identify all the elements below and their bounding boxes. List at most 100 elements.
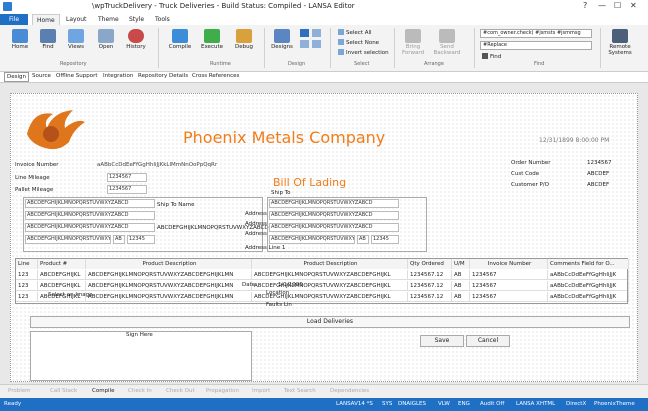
group-find: Find: [534, 61, 545, 67]
ship-to-field-4[interactable]: ABCDEFGHIJKLMNOPQRSTUVWXYZABCD: [25, 235, 111, 244]
debug-button[interactable]: Debug: [230, 27, 258, 61]
col-product-description[interactable]: Product Description: [86, 259, 252, 269]
col-um[interactable]: U/M: [452, 259, 470, 269]
ship-to-right-field-1[interactable]: ABCDEFGHIJKLMNOPQRSTUVWXYZABCD: [269, 199, 399, 208]
layout-icon[interactable]: [300, 29, 309, 37]
table-row[interactable]: 123 ABCDEFGHIJKL ABCDEFGHIJKLMNOPQRSTUVW…: [16, 281, 629, 291]
send-backward-button[interactable]: Send Backward: [432, 27, 462, 61]
cell-product-description-2: ABCDEFGHIJKLMNOPQRSTUVWXYZABCDEFGHIJKL: [252, 270, 408, 280]
col-qty-ordered[interactable]: Qty Ordered: [408, 259, 452, 269]
tab-file[interactable]: File: [0, 14, 28, 25]
order-number-value: 1234567: [587, 160, 612, 166]
compile-icon: [172, 29, 188, 43]
replace-combo[interactable]: #Replace: [480, 41, 592, 50]
tab-dependencies[interactable]: Dependencies: [330, 388, 369, 394]
cell-product-description: ABCDEFGHIJKLMNOPQRSTUVWXYZABCDEFGHIJKLMN: [86, 270, 252, 280]
load-deliveries-button[interactable]: Load Deliveries: [30, 316, 630, 328]
col-product-description-2[interactable]: Product Description: [252, 259, 408, 269]
grid-icon[interactable]: [312, 29, 321, 37]
deliveries-grid[interactable]: Line Product # Product Description Produ…: [15, 258, 629, 304]
execute-button[interactable]: Execute: [198, 27, 226, 61]
tab-check-out[interactable]: Check Out: [166, 388, 195, 394]
ship-to-right-field-4[interactable]: ABCDEFGHIJKLMNOPQRSTUVWXYZABCD: [269, 235, 355, 244]
views-button[interactable]: Views: [62, 27, 90, 61]
col-comments[interactable]: Comments Field for O...: [548, 259, 629, 269]
quick-access-icon[interactable]: [3, 2, 12, 11]
invert-selection-button[interactable]: Invert selection: [338, 49, 389, 56]
maximize-button[interactable]: ☐: [614, 1, 621, 10]
help-icon[interactable]: ?: [583, 1, 587, 10]
col-line[interactable]: Line: [16, 259, 38, 269]
ship-to-field-3[interactable]: ABCDEFGHIJKLMNOPQRSTUVWXYZABCD: [25, 223, 155, 232]
select-all-button[interactable]: Select All: [338, 29, 372, 36]
table-row[interactable]: 123 ABCDEFGHIJKL ABCDEFGHIJKLMNOPQRSTUVW…: [16, 292, 629, 302]
tab-import[interactable]: Import: [252, 388, 270, 394]
cell-invoice: 1234567: [470, 281, 548, 291]
find-icon: [40, 29, 56, 43]
separator: [474, 28, 475, 68]
tab-offline-support[interactable]: Offline Support: [56, 73, 98, 79]
find-small-button[interactable]: Find: [482, 53, 501, 60]
tab-call-stack[interactable]: Call Stack: [50, 388, 77, 394]
zip-field-right[interactable]: 12345: [371, 235, 399, 244]
company-name: Phoenix Metals Company: [183, 128, 386, 147]
zip-field-left[interactable]: 12345: [127, 235, 155, 244]
compile-button[interactable]: Compile: [166, 27, 194, 61]
status-item: DNAIGLES: [398, 401, 427, 407]
tab-repository-details[interactable]: Repository Details: [138, 73, 188, 79]
tab-theme[interactable]: Theme: [98, 14, 119, 25]
datetime-value: 12/31/1899 8:00:00 PM: [539, 137, 610, 144]
ship-to-label: Ship To: [271, 190, 291, 196]
cancel-button[interactable]: Cancel: [466, 335, 510, 347]
tab-style[interactable]: Style: [129, 14, 144, 25]
tab-cross-references[interactable]: Cross References: [192, 73, 239, 79]
ship-to-field-2[interactable]: ABCDEFGHIJKLMNOPQRSTUVWXYZABCD: [25, 211, 155, 220]
save-button[interactable]: Save: [420, 335, 464, 347]
align-icon[interactable]: [300, 40, 309, 48]
open-button[interactable]: Open: [92, 27, 120, 61]
state-field-right[interactable]: AB: [357, 235, 369, 244]
binoculars-icon: [482, 53, 488, 59]
line-mileage-field[interactable]: 1234567: [107, 173, 147, 182]
tab-tools[interactable]: Tools: [155, 14, 170, 25]
cust-code-value: ABCDEF: [587, 171, 610, 177]
ship-to-right-field-3[interactable]: ABCDEFGHIJKLMNOPQRSTUVWXYZABCD: [269, 223, 399, 232]
window-title: \wpTruckDelivery - Truck Deliveries - Bu…: [92, 2, 355, 10]
tab-home[interactable]: Home: [32, 14, 60, 25]
select-none-button[interactable]: Select None: [338, 39, 379, 46]
designs-button[interactable]: Designs: [268, 27, 296, 61]
pallet-mileage-field[interactable]: 1234567: [107, 185, 147, 194]
minimize-button[interactable]: —: [598, 1, 606, 10]
bring-forward-button[interactable]: Bring Forward: [398, 27, 428, 61]
editor-tabs: Design Source Offline Support Integratio…: [0, 72, 648, 83]
tab-integration[interactable]: Integration: [103, 73, 133, 79]
find-button[interactable]: Find: [34, 27, 62, 61]
tab-check-in[interactable]: Check In: [128, 388, 152, 394]
home-button[interactable]: Home: [6, 27, 34, 61]
tab-text-search[interactable]: Text Search: [284, 388, 316, 394]
open-icon: [98, 29, 114, 43]
grid-header: Line Product # Product Description Produ…: [16, 259, 629, 269]
size-icon[interactable]: [312, 40, 321, 48]
tab-layout[interactable]: Layout: [66, 14, 86, 25]
pallet-mileage-label: Pallet Mileage: [15, 187, 54, 193]
state-field-left[interactable]: AB: [113, 235, 125, 244]
cell-comments: aABbCcDdEeFfGgHhIiJjK: [548, 292, 629, 302]
signature-box[interactable]: [30, 331, 252, 381]
ship-to-right-field-2[interactable]: ABCDEFGHIJKLMNOPQRSTUVWXYZABCD: [269, 211, 399, 220]
ship-to-field-1[interactable]: ABCDEFGHIJKLMNOPQRSTUVWXYZABCD: [25, 199, 155, 208]
select-image-label[interactable]: Select an Image: [48, 292, 93, 298]
tab-problem[interactable]: Problem: [8, 388, 31, 394]
col-product-number[interactable]: Product #: [38, 259, 86, 269]
tab-propagation[interactable]: Propagation: [206, 388, 239, 394]
tab-source[interactable]: Source: [32, 73, 51, 79]
find-combo[interactable]: #com_owner.check( #jsmsts #jsmmsg: [480, 29, 592, 38]
tab-compile[interactable]: Compile: [92, 388, 115, 394]
tab-design[interactable]: Design: [4, 72, 29, 82]
remote-systems-button[interactable]: Remote Systems: [604, 27, 636, 61]
ship-to-name-label: Ship To Name: [157, 202, 195, 208]
history-button[interactable]: History: [122, 27, 150, 61]
table-row[interactable]: 123 ABCDEFGHIJKL ABCDEFGHIJKLMNOPQRSTUVW…: [16, 270, 629, 280]
col-invoice-number[interactable]: Invoice Number: [470, 259, 548, 269]
close-button[interactable]: ✕: [630, 1, 637, 10]
